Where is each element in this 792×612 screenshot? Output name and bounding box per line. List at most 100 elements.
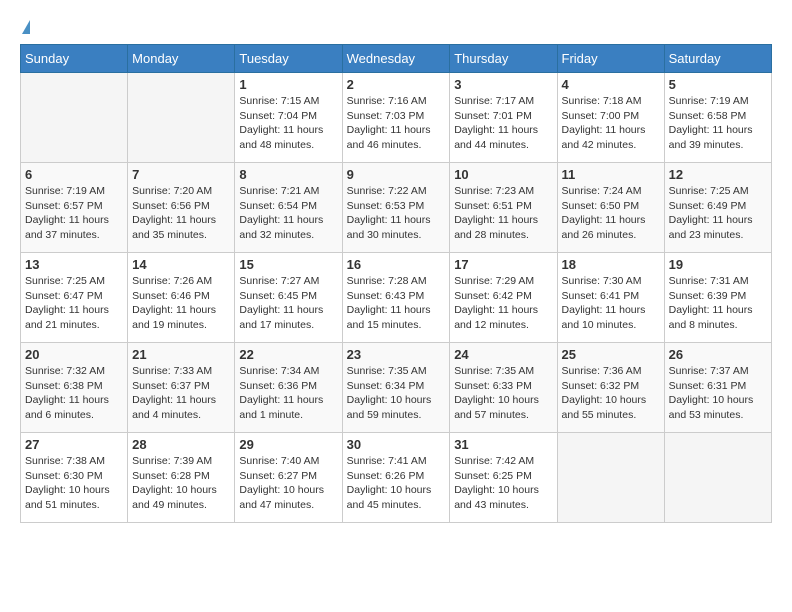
day-info: Sunrise: 7:18 AMSunset: 7:00 PMDaylight:… xyxy=(562,94,660,153)
calendar-cell: 10 Sunrise: 7:23 AMSunset: 6:51 PMDayligh… xyxy=(450,163,557,253)
calendar-cell xyxy=(664,433,771,523)
day-number: 31 xyxy=(454,437,552,452)
day-info: Sunrise: 7:37 AMSunset: 6:31 PMDaylight:… xyxy=(669,364,767,423)
day-info: Sunrise: 7:32 AMSunset: 6:38 PMDaylight:… xyxy=(25,364,123,423)
day-number: 16 xyxy=(347,257,446,272)
day-info: Sunrise: 7:41 AMSunset: 6:26 PMDaylight:… xyxy=(347,454,446,513)
day-info: Sunrise: 7:36 AMSunset: 6:32 PMDaylight:… xyxy=(562,364,660,423)
day-number: 30 xyxy=(347,437,446,452)
calendar-week-2: 6 Sunrise: 7:19 AMSunset: 6:57 PMDaylight… xyxy=(21,163,772,253)
calendar-cell: 30 Sunrise: 7:41 AMSunset: 6:26 PMDayligh… xyxy=(342,433,450,523)
calendar-cell: 11 Sunrise: 7:24 AMSunset: 6:50 PMDayligh… xyxy=(557,163,664,253)
calendar-cell: 25 Sunrise: 7:36 AMSunset: 6:32 PMDayligh… xyxy=(557,343,664,433)
calendar-cell: 18Sunrise: 7:30 AMSunset: 6:41 PMDayligh… xyxy=(557,253,664,343)
day-number: 3 xyxy=(454,77,552,92)
calendar-week-3: 13 Sunrise: 7:25 AMSunset: 6:47 PMDayligh… xyxy=(21,253,772,343)
day-number: 21 xyxy=(132,347,230,362)
calendar-cell: 4 Sunrise: 7:18 AMSunset: 7:00 PMDaylight… xyxy=(557,73,664,163)
day-info: Sunrise: 7:25 AMSunset: 6:47 PMDaylight:… xyxy=(25,274,123,333)
weekday-header-sunday: Sunday xyxy=(21,45,128,73)
calendar-cell: 20 Sunrise: 7:32 AMSunset: 6:38 PMDayligh… xyxy=(21,343,128,433)
day-number: 8 xyxy=(239,167,337,182)
day-number: 23 xyxy=(347,347,446,362)
day-info: Sunrise: 7:35 AMSunset: 6:34 PMDaylight:… xyxy=(347,364,446,423)
day-info: Sunrise: 7:24 AMSunset: 6:50 PMDaylight:… xyxy=(562,184,660,243)
calendar-cell: 23 Sunrise: 7:35 AMSunset: 6:34 PMDayligh… xyxy=(342,343,450,433)
day-number: 25 xyxy=(562,347,660,362)
day-info: Sunrise: 7:39 AMSunset: 6:28 PMDaylight:… xyxy=(132,454,230,513)
calendar-cell: 12 Sunrise: 7:25 AMSunset: 6:49 PMDayligh… xyxy=(664,163,771,253)
day-info: Sunrise: 7:19 AMSunset: 6:58 PMDaylight:… xyxy=(669,94,767,153)
calendar-cell: 21 Sunrise: 7:33 AMSunset: 6:37 PMDayligh… xyxy=(128,343,235,433)
calendar-cell: 9 Sunrise: 7:22 AMSunset: 6:53 PMDaylight… xyxy=(342,163,450,253)
day-number: 19 xyxy=(669,257,767,272)
calendar-week-5: 27Sunrise: 7:38 AMSunset: 6:30 PMDayligh… xyxy=(21,433,772,523)
calendar-cell: 19 Sunrise: 7:31 AMSunset: 6:39 PMDayligh… xyxy=(664,253,771,343)
day-number: 29 xyxy=(239,437,337,452)
day-number: 14 xyxy=(132,257,230,272)
day-info: Sunrise: 7:40 AMSunset: 6:27 PMDaylight:… xyxy=(239,454,337,513)
calendar-cell: 26 Sunrise: 7:37 AMSunset: 6:31 PMDayligh… xyxy=(664,343,771,433)
day-info: Sunrise: 7:38 AMSunset: 6:30 PMDaylight:… xyxy=(25,454,123,513)
day-info: Sunrise: 7:27 AMSunset: 6:45 PMDaylight:… xyxy=(239,274,337,333)
day-number: 22 xyxy=(239,347,337,362)
calendar-cell xyxy=(21,73,128,163)
calendar-cell: 15 Sunrise: 7:27 AMSunset: 6:45 PMDayligh… xyxy=(235,253,342,343)
calendar-cell: 28Sunrise: 7:39 AMSunset: 6:28 PMDayligh… xyxy=(128,433,235,523)
calendar-cell: 5 Sunrise: 7:19 AMSunset: 6:58 PMDaylight… xyxy=(664,73,771,163)
calendar-cell: 3 Sunrise: 7:17 AMSunset: 7:01 PMDaylight… xyxy=(450,73,557,163)
logo-icon xyxy=(22,20,30,34)
day-number: 12 xyxy=(669,167,767,182)
day-info: Sunrise: 7:19 AMSunset: 6:57 PMDaylight:… xyxy=(25,184,123,243)
day-info: Sunrise: 7:35 AMSunset: 6:33 PMDaylight:… xyxy=(454,364,552,423)
day-number: 9 xyxy=(347,167,446,182)
calendar-week-1: 1Sunrise: 7:15 AMSunset: 7:04 PMDaylight… xyxy=(21,73,772,163)
day-info: Sunrise: 7:20 AMSunset: 6:56 PMDaylight:… xyxy=(132,184,230,243)
day-info: Sunrise: 7:28 AMSunset: 6:43 PMDaylight:… xyxy=(347,274,446,333)
weekday-header-monday: Monday xyxy=(128,45,235,73)
calendar-cell xyxy=(557,433,664,523)
day-number: 13 xyxy=(25,257,123,272)
calendar-cell: 1Sunrise: 7:15 AMSunset: 7:04 PMDaylight… xyxy=(235,73,342,163)
weekday-header-friday: Friday xyxy=(557,45,664,73)
day-info: Sunrise: 7:23 AMSunset: 6:51 PMDaylight:… xyxy=(454,184,552,243)
day-info: Sunrise: 7:22 AMSunset: 6:53 PMDaylight:… xyxy=(347,184,446,243)
day-number: 24 xyxy=(454,347,552,362)
calendar-table: SundayMondayTuesdayWednesdayThursdayFrid… xyxy=(20,44,772,523)
day-number: 6 xyxy=(25,167,123,182)
calendar-cell: 17 Sunrise: 7:29 AMSunset: 6:42 PMDayligh… xyxy=(450,253,557,343)
day-number: 26 xyxy=(669,347,767,362)
day-info: Sunrise: 7:31 AMSunset: 6:39 PMDaylight:… xyxy=(669,274,767,333)
calendar-week-4: 20 Sunrise: 7:32 AMSunset: 6:38 PMDayligh… xyxy=(21,343,772,433)
day-number: 15 xyxy=(239,257,337,272)
calendar-cell: 27Sunrise: 7:38 AMSunset: 6:30 PMDayligh… xyxy=(21,433,128,523)
day-info: Sunrise: 7:26 AMSunset: 6:46 PMDaylight:… xyxy=(132,274,230,333)
day-info: Sunrise: 7:17 AMSunset: 7:01 PMDaylight:… xyxy=(454,94,552,153)
day-number: 20 xyxy=(25,347,123,362)
calendar-cell: 22 Sunrise: 7:34 AMSunset: 6:36 PMDayligh… xyxy=(235,343,342,433)
day-info: Sunrise: 7:29 AMSunset: 6:42 PMDaylight:… xyxy=(454,274,552,333)
day-info: Sunrise: 7:34 AMSunset: 6:36 PMDaylight:… xyxy=(239,364,337,423)
day-info: Sunrise: 7:16 AMSunset: 7:03 PMDaylight:… xyxy=(347,94,446,153)
day-number: 18 xyxy=(562,257,660,272)
day-info: Sunrise: 7:21 AMSunset: 6:54 PMDaylight:… xyxy=(239,184,337,243)
weekday-header-saturday: Saturday xyxy=(664,45,771,73)
day-number: 4 xyxy=(562,77,660,92)
day-info: Sunrise: 7:42 AMSunset: 6:25 PMDaylight:… xyxy=(454,454,552,513)
day-number: 10 xyxy=(454,167,552,182)
day-number: 11 xyxy=(562,167,660,182)
day-number: 5 xyxy=(669,77,767,92)
calendar-cell: 31 Sunrise: 7:42 AMSunset: 6:25 PMDayligh… xyxy=(450,433,557,523)
page-header xyxy=(20,20,772,34)
calendar-cell: 29 Sunrise: 7:40 AMSunset: 6:27 PMDayligh… xyxy=(235,433,342,523)
day-info: Sunrise: 7:25 AMSunset: 6:49 PMDaylight:… xyxy=(669,184,767,243)
calendar-cell: 8 Sunrise: 7:21 AMSunset: 6:54 PMDaylight… xyxy=(235,163,342,253)
calendar-cell: 16 Sunrise: 7:28 AMSunset: 6:43 PMDayligh… xyxy=(342,253,450,343)
day-number: 17 xyxy=(454,257,552,272)
logo xyxy=(20,20,30,34)
calendar-cell: 6 Sunrise: 7:19 AMSunset: 6:57 PMDaylight… xyxy=(21,163,128,253)
calendar-header-row: SundayMondayTuesdayWednesdayThursdayFrid… xyxy=(21,45,772,73)
calendar-cell xyxy=(128,73,235,163)
day-info: Sunrise: 7:33 AMSunset: 6:37 PMDaylight:… xyxy=(132,364,230,423)
calendar-cell: 13 Sunrise: 7:25 AMSunset: 6:47 PMDayligh… xyxy=(21,253,128,343)
